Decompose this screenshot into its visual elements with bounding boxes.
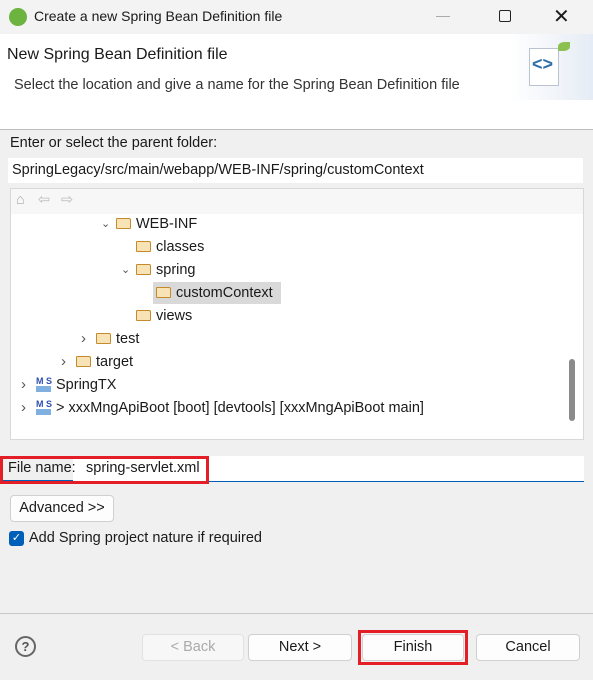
minimize-button[interactable] [436,16,450,17]
checkbox-checked-icon[interactable]: ✓ [9,531,24,546]
tree-item[interactable]: views [11,305,561,327]
chevron-down-icon[interactable]: ⌄ [121,259,130,281]
tree-item-label: SpringTX [56,377,117,393]
next-button[interactable]: Next > [248,634,352,661]
tree-item[interactable]: customContext [11,282,561,304]
window-title: Create a new Spring Bean Definition file [34,8,283,24]
back-button[interactable]: < Back [142,634,244,661]
tree-toolbar: ⌂ ⇦ ⇨ [11,189,583,214]
folder-icon [96,333,111,344]
chevron-right-icon[interactable]: › [61,351,66,373]
tree-item-label: views [156,308,193,324]
tree-scrollbar[interactable] [569,359,575,421]
cancel-button[interactable]: Cancel [476,634,580,661]
chevron-right-icon[interactable]: › [21,397,26,419]
tree-item-label: test [116,331,140,347]
help-icon[interactable]: ? [15,636,36,657]
tree-item[interactable]: classes [11,236,561,258]
tree-item-label: customContext [176,285,273,301]
tree-item[interactable]: ⌄ WEB-INF [11,213,561,235]
home-icon[interactable]: ⌂ [16,192,25,208]
folder-tree[interactable]: ⌂ ⇦ ⇨ ⌄ WEB-INF classes ⌄ spring customContex… [10,188,584,440]
file-name-field: File name: spring-servlet.xml [0,456,584,484]
chevron-right-icon[interactable]: › [81,328,86,350]
title-bar: Create a new Spring Bean Definition file… [0,0,593,34]
folder-icon [116,218,131,229]
tree-item-label: WEB-INF [136,216,198,232]
tree-item-label: classes [156,239,205,255]
xml-file-icon: <> [510,34,593,100]
chevron-down-icon[interactable]: ⌄ [101,213,110,235]
header-title: New Spring Bean Definition file [7,46,228,63]
tree-item-label: target [96,354,134,370]
close-button[interactable]: ✕ [553,4,570,29]
spring-logo-icon [9,8,27,26]
back-arrow-icon[interactable]: ⇦ [38,192,50,208]
folder-icon [156,287,171,298]
parent-folder-input[interactable]: SpringLegacy/src/main/webapp/WEB-INF/spr… [8,158,583,183]
tree-item-label: > xxxMngApiBoot [boot] [devtools] [xxxMn… [56,400,424,416]
header-description: Select the location and give a name for … [14,77,460,93]
finish-highlight-box [358,630,468,665]
folder-icon [76,356,91,367]
parent-folder-label: Enter or select the parent folder: [10,135,218,151]
maximize-button[interactable] [499,10,511,22]
wizard-header: New Spring Bean Definition file Select t… [0,34,593,130]
button-separator [0,613,593,614]
spring-nature-label: Add Spring project nature if required [29,530,262,546]
chevron-right-icon[interactable]: › [21,374,26,396]
forward-arrow-icon[interactable]: ⇨ [61,192,73,208]
tree-item-label: spring [156,262,196,278]
tree-item[interactable]: ⌄ spring [11,259,561,281]
folder-icon [136,310,151,321]
tree-item[interactable]: › M S SpringTX [11,374,561,396]
tree-item[interactable]: › M S > xxxMngApiBoot [boot] [devtools] [x… [11,397,561,419]
spring-project-icon: M S [36,377,52,393]
spring-boot-project-icon: M S [36,400,52,416]
tree-item[interactable]: › test [11,328,561,350]
advanced-button[interactable]: Advanced >> [10,495,114,522]
folder-icon [136,264,151,275]
folder-icon [136,241,151,252]
highlight-box [0,456,209,484]
tree-item[interactable]: › target [11,351,561,373]
